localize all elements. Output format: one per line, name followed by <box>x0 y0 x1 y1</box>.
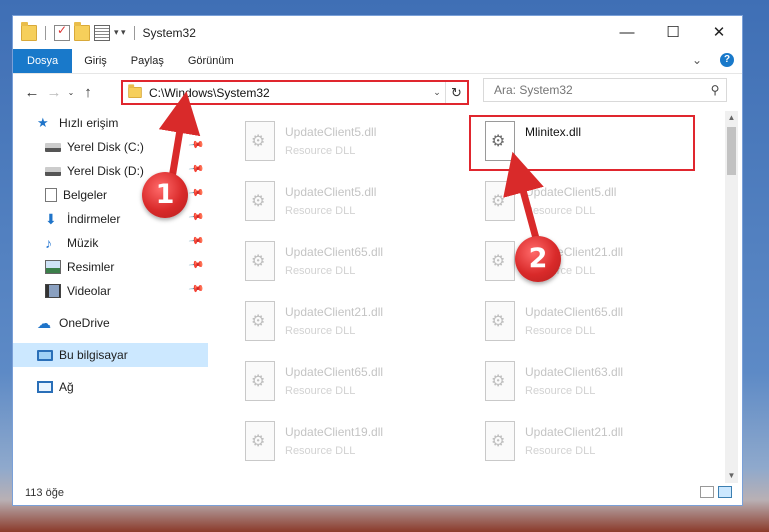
callout-arrows <box>158 91 544 243</box>
arrow-to-file <box>503 151 544 243</box>
callout-badge-2: 2 <box>515 236 561 282</box>
callout-badge-1: 1 <box>142 172 188 218</box>
arrow-to-address-bar <box>158 91 201 179</box>
